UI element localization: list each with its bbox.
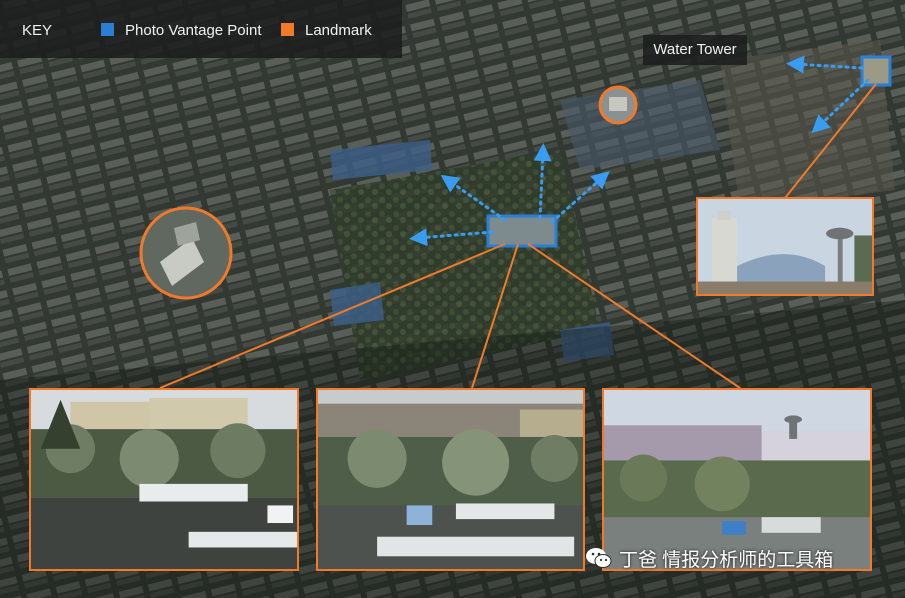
- key-label-landmark: Landmark: [305, 22, 372, 39]
- annotated-aerial-map: KEY Photo Vantage Point Landmark Water T…: [0, 0, 905, 598]
- wechat-icon: [586, 548, 612, 568]
- photo-north-view: [316, 388, 585, 571]
- watermark: 丁爸 情报分析师的工具箱: [585, 543, 833, 573]
- map-key: KEY Photo Vantage Point Landmark: [0, 0, 402, 58]
- key-title: KEY: [22, 22, 53, 39]
- water-tower-photo: [696, 197, 874, 296]
- water-tower-label: Water Tower: [643, 35, 747, 65]
- landmark-swatch: [281, 23, 294, 36]
- vantage-point-swatch: [101, 23, 114, 36]
- photo-vantage-point-marker: [486, 214, 558, 248]
- watermark-text: 丁爸 情报分析师的工具箱: [619, 549, 834, 571]
- landmark-zoom-circle: [139, 206, 233, 300]
- photo-west-view: [29, 388, 299, 571]
- key-label-vantage-point: Photo Vantage Point: [125, 22, 262, 39]
